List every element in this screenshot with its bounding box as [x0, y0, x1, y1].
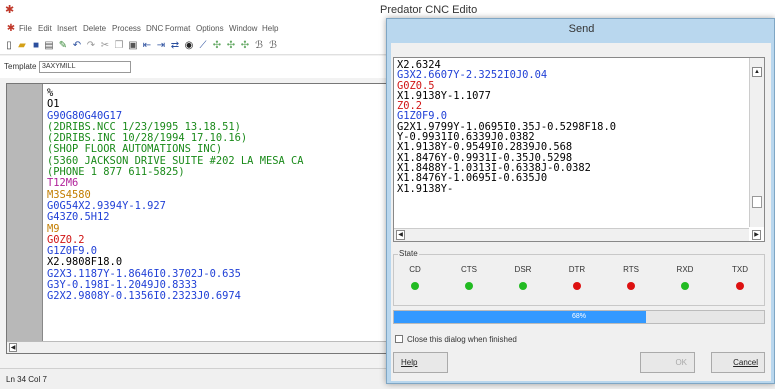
- signal-name: TXD: [732, 265, 748, 274]
- signal-led-icon: [627, 282, 635, 290]
- dialog-title: Send: [568, 23, 595, 35]
- copy-icon[interactable]: ❐: [113, 40, 125, 52]
- scissors-icon[interactable]: ✂: [99, 40, 111, 52]
- code-line: G43Z0.5H12: [47, 211, 110, 224]
- state-group: State CD CTS DSR DTR RTS RXD TXD: [393, 249, 765, 306]
- progress-label: 68%: [571, 313, 586, 320]
- sequence-icon[interactable]: ✣: [239, 40, 251, 52]
- transfer-icon[interactable]: ⇄: [169, 40, 181, 52]
- code-line: (PHONE 1 877 611-5825): [47, 166, 185, 179]
- menu-options[interactable]: Options: [196, 24, 224, 33]
- tool-more-icon[interactable]: ℬ: [267, 40, 279, 52]
- window-title: Predator CNC Edito: [380, 4, 478, 16]
- signal-txd: TXD: [725, 265, 755, 290]
- menu-insert[interactable]: Insert: [57, 24, 77, 33]
- send-output-text: X2.6324 G3X2.6607Y-2.3252I0J0.04 G0Z0.5 X1.…: [397, 60, 747, 227]
- renumber-icon[interactable]: ✣: [211, 40, 223, 52]
- open-folder-icon[interactable]: ▰: [16, 40, 28, 52]
- send-horizontal-scrollbar[interactable]: ◀ ▶: [394, 228, 761, 241]
- signal-led-icon: [573, 282, 581, 290]
- signal-led-icon: [736, 282, 744, 290]
- code-line: T12M6: [47, 177, 79, 190]
- help-button-label: Help: [401, 358, 418, 367]
- paste-icon[interactable]: ▣: [127, 40, 139, 52]
- cancel-button-label: Cancel: [733, 358, 758, 367]
- scroll-up-icon[interactable]: ▲: [752, 67, 762, 77]
- dialog-body: X2.6324 G3X2.6607Y-2.3252I0J0.04 G0Z0.5 X1.…: [391, 43, 771, 381]
- template-row: Template 3AXYMILL: [0, 56, 390, 78]
- cut-tool-icon[interactable]: ✎: [57, 40, 69, 52]
- send-left-icon[interactable]: ⇤: [141, 40, 153, 52]
- close-when-finished-checkbox[interactable]: [395, 335, 403, 343]
- signal-rxd: RXD: [670, 265, 700, 290]
- signal-cts: CTS: [454, 265, 484, 290]
- template-select[interactable]: 3AXYMILL: [39, 61, 131, 73]
- code-line: %: [47, 88, 54, 99]
- code-line: M9: [47, 222, 60, 235]
- app-gear-icon[interactable]: ✱: [5, 4, 17, 16]
- signal-name: CTS: [461, 265, 477, 274]
- close-when-finished-label[interactable]: Close this dialog when finished: [407, 335, 517, 344]
- menu-file[interactable]: File: [19, 24, 32, 33]
- undo-icon[interactable]: ↶: [71, 40, 83, 52]
- menu-delete[interactable]: Delete: [83, 24, 106, 33]
- draw-icon[interactable]: ⟋: [197, 40, 209, 52]
- code-line: G2X2.9808Y-0.1356I0.2323J0.6974: [47, 290, 241, 303]
- signal-led-icon: [411, 282, 419, 290]
- code-line: G0Z0.2: [47, 233, 85, 246]
- signal-name: DTR: [568, 265, 586, 274]
- cursor-position: Ln 34 Col 7: [6, 375, 47, 384]
- editor-gutter: [7, 84, 43, 341]
- code-line: G3X2.6607Y-2.3252I0J0.04: [397, 69, 548, 82]
- signal-dtr: DTR: [562, 265, 592, 290]
- send-vertical-scrollbar[interactable]: ▲: [749, 58, 764, 227]
- code-line: X1.9138Y-: [397, 182, 454, 195]
- editor-code[interactable]: % O1 G90G80G40G17 (2DRIBS.NCC 1/23/1995 13.…: [47, 88, 392, 340]
- signal-dsr: DSR: [508, 265, 538, 290]
- send-dialog: Send X2.6324 G3X2.6607Y-2.3252I0J0.04 G0Z0…: [386, 18, 775, 384]
- save-icon[interactable]: ■: [30, 40, 42, 52]
- signal-led-icon: [681, 282, 689, 290]
- state-label: State: [398, 249, 419, 258]
- menu-window[interactable]: Window: [229, 24, 257, 33]
- print-icon[interactable]: ▤: [43, 40, 55, 52]
- redo-icon[interactable]: ↷: [85, 40, 97, 52]
- menu-format[interactable]: Format: [165, 24, 190, 33]
- code-line: Z0.2: [397, 100, 423, 113]
- renumber-alt-icon[interactable]: ✣: [225, 40, 237, 52]
- signal-led-icon: [519, 282, 527, 290]
- signal-led-icon: [465, 282, 473, 290]
- send-output: X2.6324 G3X2.6607Y-2.3252I0J0.04 G0Z0.5 X1.…: [393, 57, 765, 242]
- signal-name: DSR: [514, 265, 532, 274]
- code-line: O1: [47, 98, 60, 111]
- template-label: Template: [4, 62, 37, 71]
- scroll-thumb[interactable]: [752, 196, 762, 208]
- menu-edit[interactable]: Edit: [38, 24, 52, 33]
- ok-button-label: OK: [675, 358, 687, 367]
- ok-button[interactable]: OK: [640, 352, 695, 373]
- new-file-icon[interactable]: ▯: [3, 40, 15, 52]
- nc-editor[interactable]: % O1 G90G80G40G17 (2DRIBS.NCC 1/23/1995 13.…: [6, 83, 394, 354]
- menu-dnc[interactable]: DNC: [146, 24, 163, 33]
- signal-name: CD: [409, 265, 421, 274]
- receive-icon[interactable]: ⇥: [155, 40, 167, 52]
- editor-horizontal-scrollbar[interactable]: ◀: [7, 341, 393, 353]
- tool-options-icon[interactable]: ℬ: [253, 40, 265, 52]
- signal-name: RTS: [623, 265, 639, 274]
- scroll-left-icon[interactable]: ◀: [396, 230, 405, 240]
- menu-help[interactable]: Help: [262, 24, 278, 33]
- signal-rts: RTS: [616, 265, 646, 290]
- scroll-left-icon[interactable]: ◀: [9, 343, 17, 352]
- scroll-right-icon[interactable]: ▶: [752, 230, 761, 240]
- cancel-button[interactable]: Cancel: [711, 352, 765, 373]
- help-button[interactable]: Help: [393, 352, 448, 373]
- document-gear-icon[interactable]: ✱: [5, 23, 17, 35]
- progress-bar: 68%: [393, 310, 765, 324]
- signal-name: RXD: [676, 265, 694, 274]
- find-binoculars-icon[interactable]: ◉: [183, 40, 195, 52]
- menu-process[interactable]: Process: [112, 24, 141, 33]
- signal-cd: CD: [400, 265, 430, 290]
- code-line: X1.9138Y-1.1077: [397, 89, 491, 102]
